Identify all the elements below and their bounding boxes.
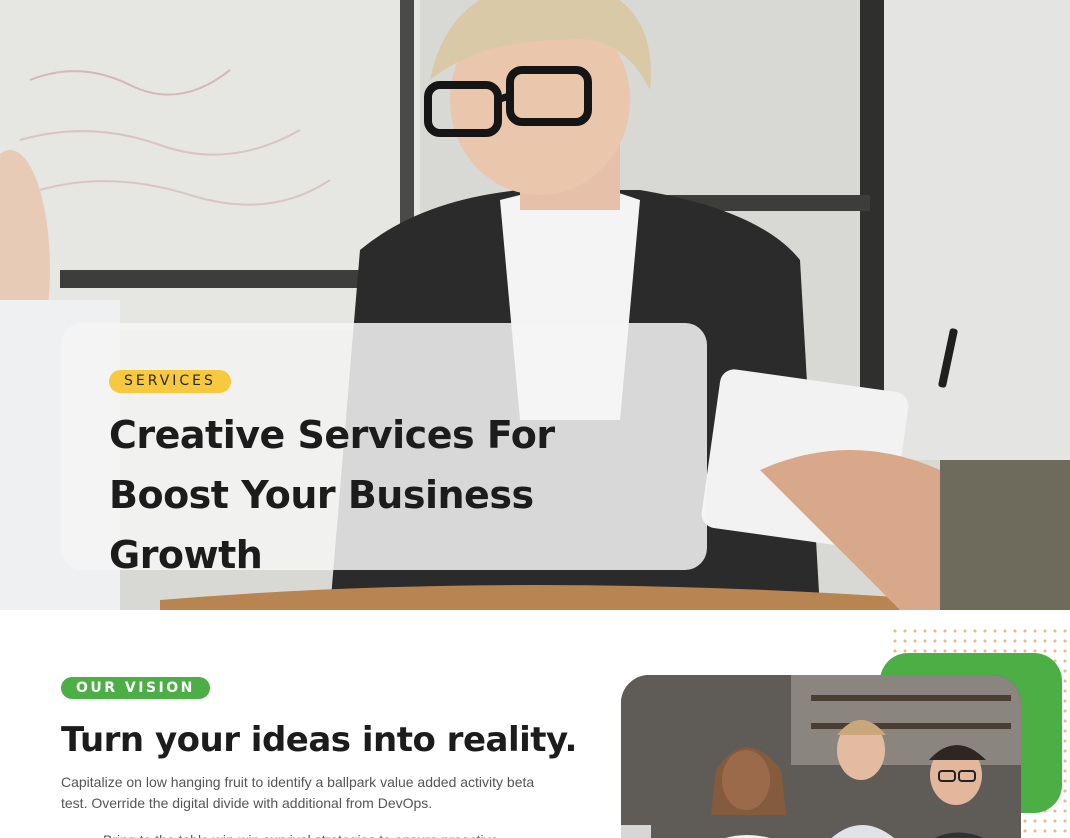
team-photo-illustration	[621, 675, 1021, 838]
services-badge: SERVICES	[109, 370, 231, 393]
vision-list: Bring to the table win-win survival stra…	[61, 830, 561, 838]
hero-card: SERVICES Creative Services For Boost You…	[61, 323, 707, 577]
team-photo	[621, 675, 1021, 838]
hero-title: Creative Services For Boost Your Busines…	[109, 413, 555, 577]
list-item: Bring to the table win-win survival stra…	[61, 830, 561, 838]
vision-section: OUR VISION Turn your ideas into reality.…	[0, 610, 1070, 838]
hero-section: SERVICES Creative Services For Boost You…	[0, 0, 1070, 610]
vision-title: Turn your ideas into reality.	[61, 720, 577, 760]
vision-description: Capitalize on low hanging fruit to ident…	[61, 774, 535, 811]
vision-badge: OUR VISION	[61, 677, 210, 699]
